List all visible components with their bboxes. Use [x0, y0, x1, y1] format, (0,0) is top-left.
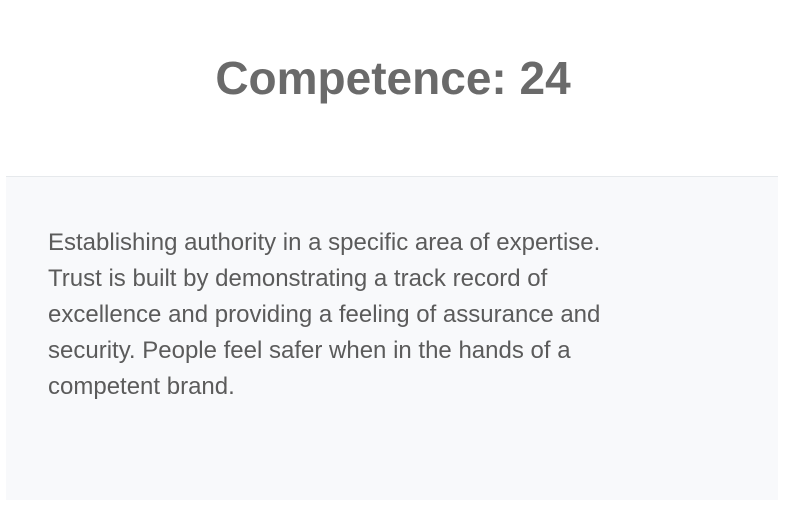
card-description: Establishing authority in a specific are…	[48, 229, 601, 400]
card-header: Competence: 24	[0, 0, 786, 176]
trait-card: Competence: 24 Establishing authority in…	[0, 0, 786, 506]
card-title: Competence: 24	[215, 52, 571, 104]
card-body: Establishing authority in a specific are…	[6, 177, 778, 500]
